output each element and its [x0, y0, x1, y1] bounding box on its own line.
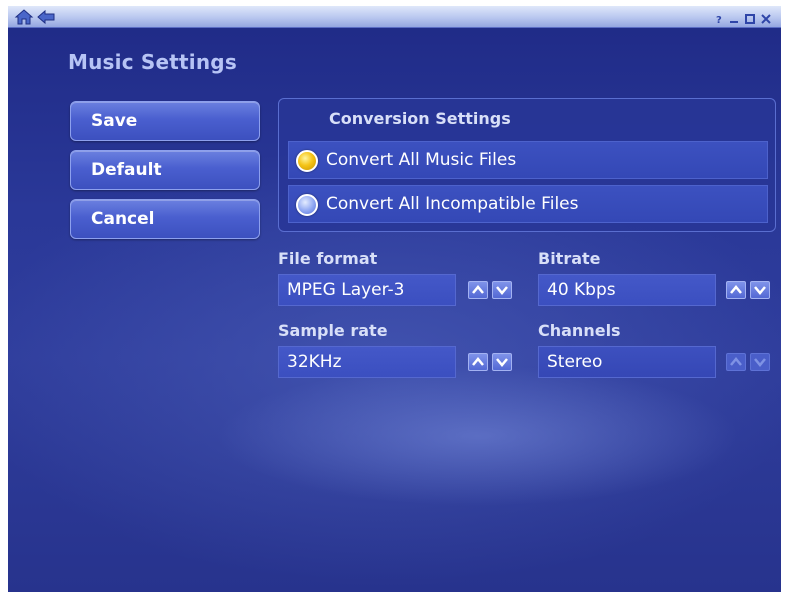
- music-settings-window: ? Music Settings Save Default Cancel Con…: [8, 6, 781, 592]
- bitrate-value[interactable]: 40 Kbps: [538, 274, 716, 306]
- radio-option-convert-all[interactable]: Convert All Music Files: [288, 141, 768, 179]
- sample-rate-up-icon[interactable]: [468, 353, 488, 371]
- svg-text:?: ?: [716, 15, 722, 25]
- sample-rate-label: Sample rate: [278, 321, 388, 340]
- channels-label: Channels: [538, 321, 621, 340]
- radio-label: Convert All Incompatible Files: [326, 194, 579, 214]
- save-button[interactable]: Save: [70, 101, 260, 141]
- channels-down-icon: [750, 353, 770, 371]
- default-button[interactable]: Default: [70, 150, 260, 190]
- radio-label: Convert All Music Files: [326, 150, 517, 170]
- cancel-button[interactable]: Cancel: [70, 199, 260, 239]
- sample-rate-down-icon[interactable]: [492, 353, 512, 371]
- file-format-down-icon[interactable]: [492, 281, 512, 299]
- file-format-value[interactable]: MPEG Layer-3: [278, 274, 456, 306]
- bitrate-up-icon[interactable]: [726, 281, 746, 299]
- file-format-up-icon[interactable]: [468, 281, 488, 299]
- maximize-icon[interactable]: [744, 10, 756, 24]
- radio-selected-icon[interactable]: [296, 150, 318, 172]
- minimize-icon[interactable]: [728, 10, 740, 23]
- title-bar: ?: [8, 6, 781, 28]
- home-icon[interactable]: [14, 9, 34, 25]
- page-title: Music Settings: [68, 50, 237, 74]
- conversion-settings-panel: Conversion Settings Convert All Music Fi…: [278, 98, 776, 232]
- conversion-settings-heading: Conversion Settings: [329, 109, 511, 128]
- bitrate-down-icon[interactable]: [750, 281, 770, 299]
- file-format-label: File format: [278, 249, 378, 268]
- channels-value: Stereo: [538, 346, 716, 378]
- radio-option-convert-incompatible[interactable]: Convert All Incompatible Files: [288, 185, 768, 223]
- close-icon[interactable]: [760, 10, 772, 24]
- back-arrow-icon[interactable]: [36, 9, 56, 25]
- radio-unselected-icon[interactable]: [296, 194, 318, 216]
- sample-rate-value[interactable]: 32KHz: [278, 346, 456, 378]
- help-icon[interactable]: ?: [713, 10, 725, 26]
- channels-up-icon: [726, 353, 746, 371]
- bitrate-label: Bitrate: [538, 249, 601, 268]
